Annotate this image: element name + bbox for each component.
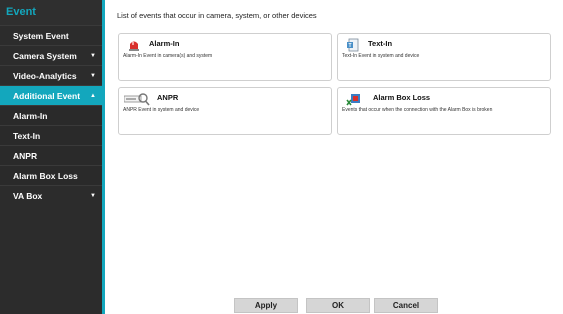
sidebar-item-va-box[interactable]: VA Box ▼: [0, 185, 102, 205]
text-document-icon: T: [346, 38, 360, 52]
sidebar: Event System Event Camera System ▼ Video…: [0, 0, 105, 314]
sidebar-item-label: Additional Event: [13, 91, 81, 101]
sidebar-item-label: Camera System: [13, 51, 77, 61]
chevron-down-icon: ▼: [90, 73, 96, 79]
cancel-button[interactable]: Cancel: [374, 298, 438, 313]
sidebar-item-label: Alarm Box Loss: [13, 171, 78, 181]
card-subtitle: ANPR Event in system and device: [123, 107, 200, 113]
sidebar-item-alarm-box-loss[interactable]: Alarm Box Loss: [0, 165, 102, 185]
sidebar-item-label: VA Box: [13, 191, 43, 201]
main-panel: List of events that occur in camera, sys…: [105, 0, 563, 314]
sidebar-item-additional-event[interactable]: Additional Event ▲: [0, 85, 102, 105]
card-subtitle: Alarm-In Event in camera(s) and system: [123, 53, 213, 59]
sidebar-item-label: Video-Analytics: [13, 71, 77, 81]
sidebar-item-text-in[interactable]: Text-In: [0, 125, 102, 145]
sidebar-item-label: Text-In: [13, 131, 41, 141]
card-text-in[interactable]: T Text-In Text-In Event in system and de…: [337, 33, 551, 81]
chevron-up-icon: ▲: [90, 93, 96, 99]
alarm-siren-icon: [127, 38, 141, 52]
card-title: Alarm-In: [149, 39, 180, 48]
sidebar-item-label: System Event: [13, 31, 69, 41]
sidebar-item-video-analytics[interactable]: Video-Analytics ▼: [0, 65, 102, 85]
apply-button[interactable]: Apply: [234, 298, 298, 313]
sidebar-item-anpr[interactable]: ANPR: [0, 145, 102, 165]
sidebar-title: Event: [0, 0, 102, 25]
card-subtitle: Text-In Event in system and device: [342, 53, 420, 59]
chevron-down-icon: ▼: [90, 193, 96, 199]
sidebar-item-camera-system[interactable]: Camera System ▼: [0, 45, 102, 65]
card-alarm-box-loss[interactable]: Alarm Box Loss Events that occur when th…: [337, 87, 551, 135]
svg-text:T: T: [348, 43, 351, 49]
sidebar-item-label: ANPR: [13, 151, 38, 161]
sidebar-item-alarm-in[interactable]: Alarm-In: [0, 105, 102, 125]
card-anpr[interactable]: ANPR ANPR Event in system and device: [118, 87, 332, 135]
license-plate-magnifier-icon: [123, 92, 150, 106]
page-description: List of events that occur in camera, sys…: [117, 11, 317, 20]
card-alarm-in[interactable]: Alarm-In Alarm-In Event in camera(s) and…: [118, 33, 332, 81]
alarm-box-disconnect-icon: [346, 92, 360, 106]
sidebar-item-label: Alarm-In: [13, 111, 48, 121]
card-title: Text-In: [368, 39, 393, 48]
chevron-down-icon: ▼: [90, 53, 96, 59]
card-subtitle: Events that occur when the connection wi…: [342, 107, 493, 113]
card-title: ANPR: [157, 93, 179, 102]
card-title: Alarm Box Loss: [373, 93, 431, 102]
sidebar-item-system-event[interactable]: System Event: [0, 25, 102, 45]
ok-button[interactable]: OK: [306, 298, 370, 313]
